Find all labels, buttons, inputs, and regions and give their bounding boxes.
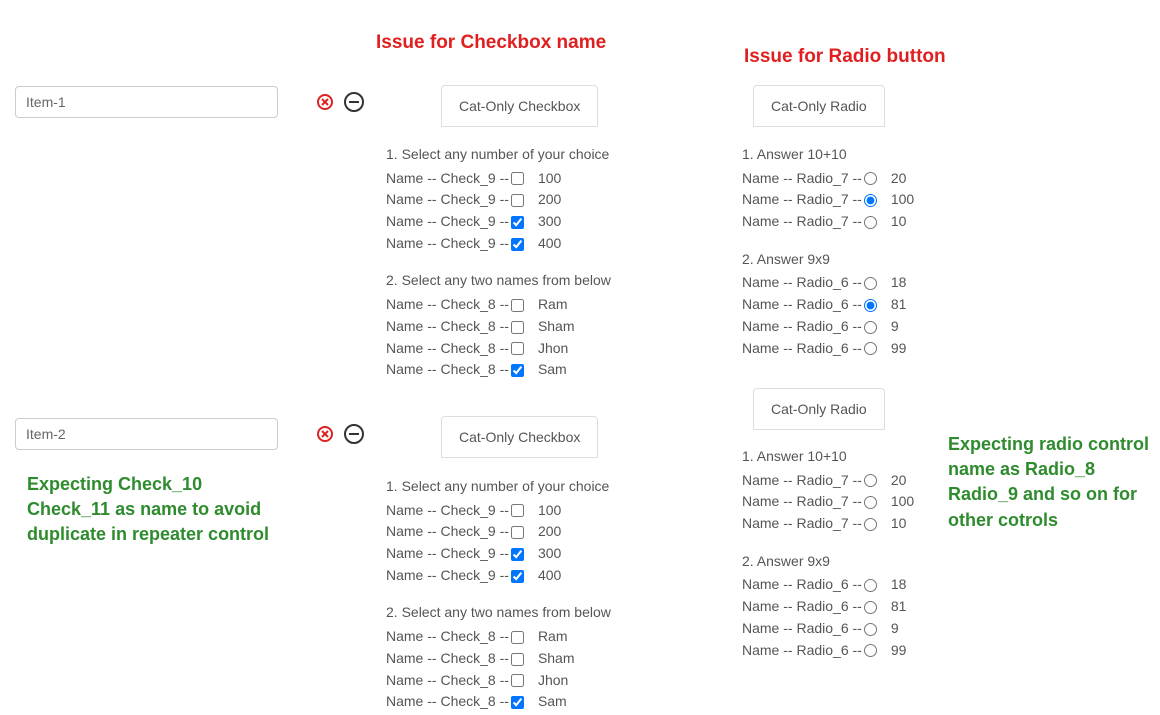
checkbox-row: Name -- Check_8 -- Sham bbox=[386, 648, 686, 670]
radio-row: Name -- Radio_7 -- 20 bbox=[742, 470, 972, 492]
radio[interactable] bbox=[864, 172, 877, 185]
checkbox-row: Name -- Check_8 -- Sham bbox=[386, 316, 686, 338]
question-text: 2. Select any two names from below bbox=[386, 602, 686, 624]
checkbox[interactable] bbox=[511, 526, 524, 539]
radio[interactable] bbox=[864, 623, 877, 636]
radio-group-2: 1. Answer 10+10 Name -- Radio_7 -- 20 Na… bbox=[742, 440, 972, 661]
item-input-2[interactable] bbox=[15, 418, 278, 450]
checkbox-row: Name -- Check_9 -- 100 bbox=[386, 168, 686, 190]
radio-row: Name -- Radio_7 -- 10 bbox=[742, 513, 972, 535]
item-input-1[interactable] bbox=[15, 86, 278, 118]
note-check-expectation: Expecting Check_10 Check_11 as name to a… bbox=[27, 472, 307, 548]
checkbox[interactable] bbox=[511, 674, 524, 687]
checkbox[interactable] bbox=[511, 570, 524, 583]
radio[interactable] bbox=[864, 644, 877, 657]
radio[interactable] bbox=[864, 299, 877, 312]
question-text: 1. Select any number of your choice bbox=[386, 476, 686, 498]
checkbox[interactable] bbox=[511, 321, 524, 334]
question-text: 1. Answer 10+10 bbox=[742, 446, 972, 468]
checkbox[interactable] bbox=[511, 299, 524, 312]
checkbox[interactable] bbox=[511, 548, 524, 561]
radio-row: Name -- Radio_6 -- 18 bbox=[742, 574, 972, 596]
checkbox-row: Name -- Check_8 -- Ram bbox=[386, 626, 686, 648]
radio-row: Name -- Radio_6 -- 99 bbox=[742, 640, 972, 662]
delete-icon[interactable] bbox=[317, 426, 333, 442]
checkbox[interactable] bbox=[511, 696, 524, 709]
radio-row: Name -- Radio_7 -- 10 bbox=[742, 211, 972, 233]
heading-radio-issue: Issue for Radio button bbox=[744, 46, 946, 68]
tab-cat-only-checkbox[interactable]: Cat-Only Checkbox bbox=[441, 85, 598, 127]
radio-row: Name -- Radio_7 -- 100 bbox=[742, 189, 972, 211]
checkbox[interactable] bbox=[511, 172, 524, 185]
radio[interactable] bbox=[864, 277, 877, 290]
checkbox[interactable] bbox=[511, 342, 524, 355]
radio[interactable] bbox=[864, 216, 877, 229]
radio-row: Name -- Radio_6 -- 18 bbox=[742, 272, 972, 294]
checkbox[interactable] bbox=[511, 194, 524, 207]
delete-icon[interactable] bbox=[317, 94, 333, 110]
checkbox-row: Name -- Check_9 -- 100 bbox=[386, 500, 686, 522]
radio-row: Name -- Radio_6 -- 9 bbox=[742, 316, 972, 338]
checkbox-row: Name -- Check_9 -- 400 bbox=[386, 565, 686, 587]
radio[interactable] bbox=[864, 496, 877, 509]
radio[interactable] bbox=[864, 579, 877, 592]
checkbox[interactable] bbox=[511, 631, 524, 644]
radio-row: Name -- Radio_6 -- 81 bbox=[742, 596, 972, 618]
checkbox[interactable] bbox=[511, 216, 524, 229]
tab-cat-only-checkbox[interactable]: Cat-Only Checkbox bbox=[441, 416, 598, 458]
heading-checkbox-issue: Issue for Checkbox name bbox=[376, 32, 606, 54]
tab-cat-only-radio[interactable]: Cat-Only Radio bbox=[753, 388, 885, 430]
note-radio-expectation: Expecting radio control name as Radio_8 … bbox=[948, 432, 1158, 533]
checkbox[interactable] bbox=[511, 653, 524, 666]
radio[interactable] bbox=[864, 194, 877, 207]
question-text: 2. Answer 9x9 bbox=[742, 249, 972, 271]
checkbox-row: Name -- Check_8 -- Ram bbox=[386, 294, 686, 316]
checkbox[interactable] bbox=[511, 504, 524, 517]
question-text: 2. Select any two names from below bbox=[386, 270, 686, 292]
checkbox-group-2: 1. Select any number of your choice Name… bbox=[386, 470, 686, 713]
checkbox-row: Name -- Check_9 -- 400 bbox=[386, 233, 686, 255]
radio[interactable] bbox=[864, 342, 877, 355]
checkbox-group-1: 1. Select any number of your choice Name… bbox=[386, 138, 686, 381]
checkbox-row: Name -- Check_8 -- Sam bbox=[386, 359, 686, 381]
radio[interactable] bbox=[864, 321, 877, 334]
radio-row: Name -- Radio_7 -- 100 bbox=[742, 491, 972, 513]
checkbox-row: Name -- Check_8 -- Jhon bbox=[386, 338, 686, 360]
radio-row: Name -- Radio_6 -- 9 bbox=[742, 618, 972, 640]
radio-row: Name -- Radio_6 -- 99 bbox=[742, 338, 972, 360]
radio-group-1: 1. Answer 10+10 Name -- Radio_7 -- 20 Na… bbox=[742, 138, 972, 359]
checkbox-row: Name -- Check_9 -- 300 bbox=[386, 211, 686, 233]
checkbox-row: Name -- Check_8 -- Jhon bbox=[386, 670, 686, 692]
radio[interactable] bbox=[864, 474, 877, 487]
checkbox-row: Name -- Check_9 -- 300 bbox=[386, 543, 686, 565]
checkbox-row: Name -- Check_8 -- Sam bbox=[386, 691, 686, 713]
question-text: 2. Answer 9x9 bbox=[742, 551, 972, 573]
checkbox-row: Name -- Check_9 -- 200 bbox=[386, 521, 686, 543]
radio[interactable] bbox=[864, 518, 877, 531]
collapse-icon[interactable] bbox=[344, 92, 364, 112]
radio-row: Name -- Radio_6 -- 81 bbox=[742, 294, 972, 316]
collapse-icon[interactable] bbox=[344, 424, 364, 444]
checkbox[interactable] bbox=[511, 238, 524, 251]
question-text: 1. Answer 10+10 bbox=[742, 144, 972, 166]
checkbox[interactable] bbox=[511, 364, 524, 377]
radio-row: Name -- Radio_7 -- 20 bbox=[742, 168, 972, 190]
tab-cat-only-radio[interactable]: Cat-Only Radio bbox=[753, 85, 885, 127]
checkbox-row: Name -- Check_9 -- 200 bbox=[386, 189, 686, 211]
question-text: 1. Select any number of your choice bbox=[386, 144, 686, 166]
radio[interactable] bbox=[864, 601, 877, 614]
